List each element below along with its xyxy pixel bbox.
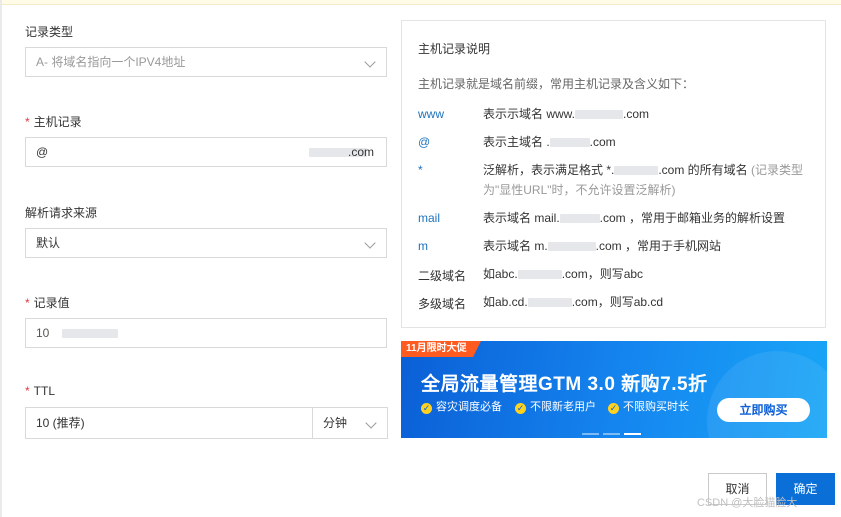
help-desc-at: 表示主域名 . .com <box>483 135 616 149</box>
help-key-www: www <box>418 107 444 121</box>
host-record-label: * 主机记录 <box>25 115 82 129</box>
help-desc-multi-level: 如ab.cd. .com，则写ab.cd <box>483 295 664 309</box>
help-desc-m: 表示域名 m. .com ，常用于手机网站 <box>483 239 722 253</box>
record-value-label: * 记录值 <box>25 296 70 310</box>
carousel-dot <box>582 433 599 435</box>
help-key-at: @ <box>418 135 431 149</box>
help-key-m: m <box>418 239 428 253</box>
ttl-label: * TTL <box>25 384 56 398</box>
carousel-dot <box>603 433 620 435</box>
record-value-text: 10 <box>36 326 50 340</box>
help-desc-second-level: 如abc. .com，则写abc <box>483 267 644 281</box>
check-icon: ✓ <box>515 403 526 414</box>
required-mark: * <box>25 384 30 398</box>
host-record-suffix: .com <box>347 145 374 159</box>
request-source-label: 解析请求来源 <box>25 206 98 220</box>
help-desc-www: 表示示域名 www. .com <box>483 107 650 121</box>
ttl-input[interactable]: 10 (推荐) <box>25 407 313 439</box>
carousel-indicator[interactable] <box>582 424 645 438</box>
record-type-value: A- 将域名指向一个IPV4地址 <box>36 55 186 69</box>
record-type-select[interactable]: A- 将域名指向一个IPV4地址 <box>25 47 387 77</box>
banner-decoration <box>707 351 827 438</box>
promo-feature: ✓ 不限购买时长 <box>608 401 689 414</box>
promo-feature: ✓ 不限新老用户 <box>515 401 596 414</box>
required-mark: * <box>25 115 30 129</box>
required-mark: * <box>25 296 30 310</box>
carousel-dot-active <box>624 433 641 435</box>
redaction-blur <box>62 329 118 338</box>
promo-banner[interactable]: 11月限时大促 全局流量管理GTM 3.0 新购7.5折 ✓ 容灾调度必备 ✓ 不限… <box>401 341 827 438</box>
host-record-help-panel: 主机记录说明 主机记录就是域名前缀，常用主机记录及含义如下： www 表示示域名… <box>401 20 826 328</box>
request-source-value: 默认 <box>36 236 61 250</box>
request-source-select[interactable]: 默认 <box>25 228 387 258</box>
record-value-input[interactable]: 10 <box>25 318 387 348</box>
chevron-down-icon <box>364 56 376 68</box>
help-desc-wildcard: 泛解析，表示满足格式 *. .com 的所有域名 (记录类型为"显性URL"时，不… <box>483 163 804 197</box>
check-icon: ✓ <box>608 403 619 414</box>
help-key-mail: mail <box>418 211 441 225</box>
dialog-edge <box>0 0 2 517</box>
record-type-label: 记录类型 <box>25 25 74 39</box>
help-intro: 主机记录就是域名前缀，常用主机记录及含义如下： <box>418 77 695 91</box>
help-key-multi-level: 多级域名 <box>418 297 467 311</box>
help-key-second-level: 二级域名 <box>418 269 467 283</box>
help-title: 主机记录说明 <box>418 42 491 56</box>
chevron-down-icon <box>364 237 376 249</box>
ttl-unit-value: 分钟 <box>323 416 348 430</box>
check-icon: ✓ <box>421 403 432 414</box>
notice-bar <box>0 0 841 5</box>
host-record-input[interactable]: @ .com <box>25 137 387 167</box>
watermark: CSDN @大脸猫脸大 <box>697 497 798 509</box>
host-record-value: @ <box>36 145 49 159</box>
promo-tag: 11月限时大促 <box>401 341 481 357</box>
help-key-wildcard: * <box>418 163 423 177</box>
buy-now-button[interactable]: 立即购买 <box>717 398 810 422</box>
promo-title: 全局流量管理GTM 3.0 新购7.5折 <box>421 374 708 395</box>
chevron-down-icon <box>365 417 377 429</box>
ttl-unit-select[interactable]: 分钟 <box>313 407 388 439</box>
promo-feature: ✓ 容灾调度必备 <box>421 401 502 414</box>
help-desc-mail: 表示域名 mail. .com ，常用于邮箱业务的解析设置 <box>483 211 786 225</box>
